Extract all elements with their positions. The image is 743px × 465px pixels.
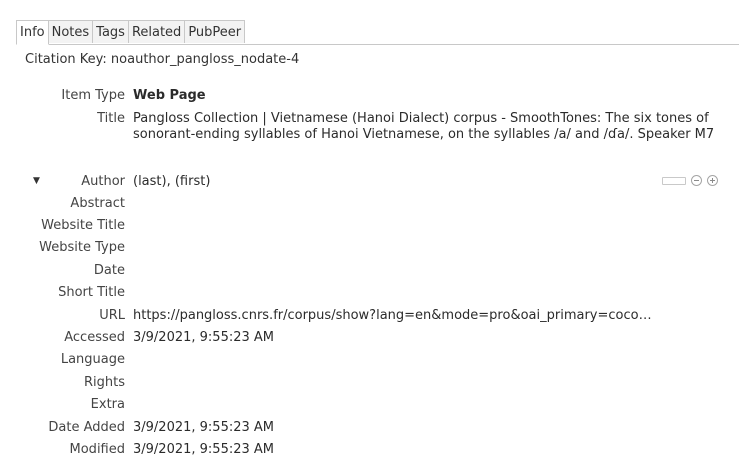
rights-label: Rights	[83, 375, 125, 390]
plus-circle-icon[interactable]	[707, 175, 718, 186]
website-type-label: Website Type	[39, 240, 125, 255]
minus-circle-icon[interactable]	[691, 175, 702, 186]
tab-tags[interactable]: Tags	[92, 20, 129, 43]
author-controls	[662, 175, 718, 186]
short-title-label: Short Title	[58, 285, 125, 300]
item-type-label: Item Type	[61, 88, 125, 103]
website-title-label: Website Title	[41, 218, 125, 233]
date-label: Date	[93, 263, 125, 278]
tab-pubpeer[interactable]: PubPeer	[184, 20, 246, 43]
url-value[interactable]: https://pangloss.cnrs.fr/corpus/show?lan…	[133, 308, 733, 324]
item-pane-tabs: Info Notes Tags Related PubPeer	[16, 20, 739, 45]
field-mode-toggle-icon[interactable]	[662, 176, 686, 185]
modified-label: Modified	[69, 442, 125, 457]
date-added-value: 3/9/2021, 9:55:23 AM	[133, 420, 275, 435]
url-label[interactable]: URL	[0, 308, 125, 323]
extra-label: Extra	[90, 397, 125, 412]
item-type-value[interactable]: Web Page	[133, 88, 739, 104]
accessed-label: Accessed	[64, 330, 125, 345]
modified-value: 3/9/2021, 9:55:23 AM	[133, 442, 275, 457]
title-label: Title	[97, 111, 125, 126]
accessed-value[interactable]: 3/9/2021, 9:55:23 AM	[133, 330, 739, 346]
tab-notes[interactable]: Notes	[47, 20, 94, 43]
title-value[interactable]: Pangloss Collection | Vietnamese (Hanoi …	[133, 111, 735, 143]
citation-key: Citation Key: noauthor_pangloss_nodate-4	[25, 52, 300, 67]
abstract-label: Abstract	[70, 196, 125, 211]
tab-info[interactable]: Info	[16, 20, 49, 45]
tab-related[interactable]: Related	[127, 20, 186, 43]
date-added-label: Date Added	[48, 420, 125, 435]
author-label: Author	[81, 174, 125, 189]
author-value[interactable]: (last), (first)	[133, 174, 633, 190]
language-label: Language	[60, 352, 125, 367]
